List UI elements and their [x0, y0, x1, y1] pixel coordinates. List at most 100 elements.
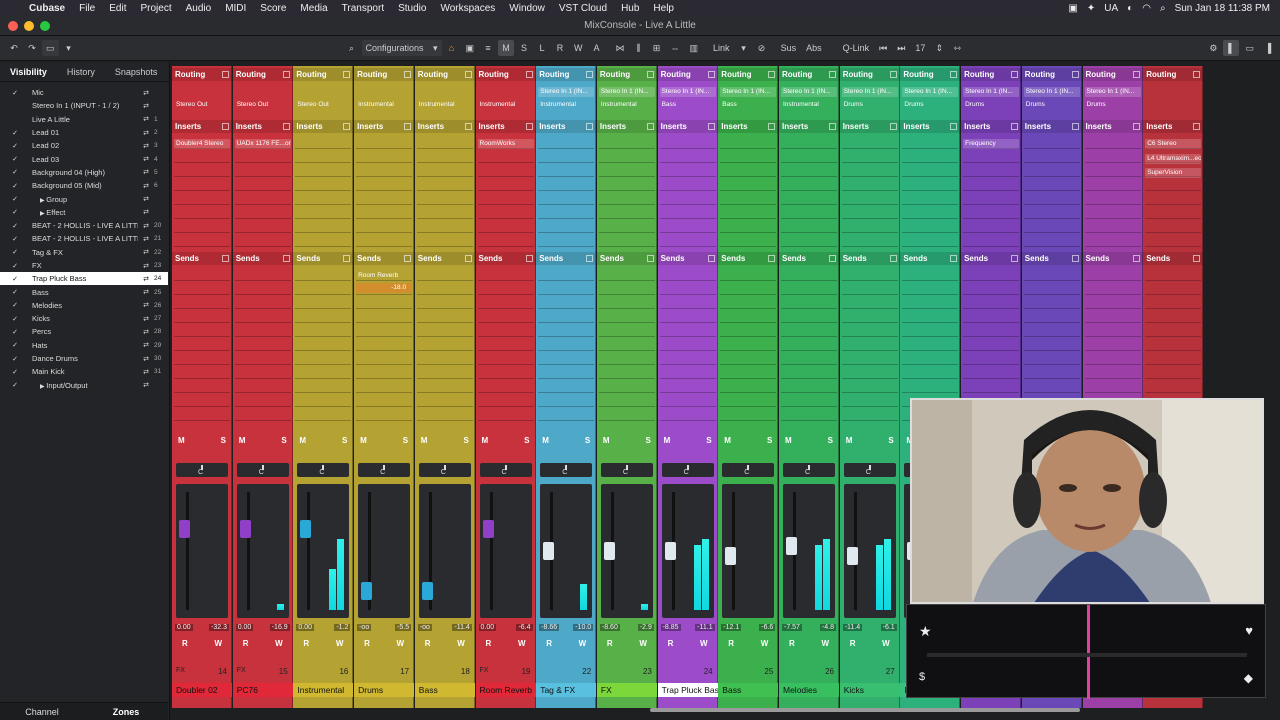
channel-count[interactable]: 17: [911, 40, 929, 56]
undo-icon[interactable]: ↶: [6, 40, 22, 56]
write-automation-button[interactable]: W: [579, 639, 587, 648]
menu-audio[interactable]: Audio: [179, 3, 219, 14]
inserts-header[interactable]: Inserts: [354, 120, 415, 133]
sends-header[interactable]: Sends: [1021, 252, 1082, 265]
insert-slots[interactable]: [781, 135, 837, 251]
write-automation-button[interactable]: W: [275, 639, 283, 648]
link-icon[interactable]: ⇄: [138, 142, 154, 150]
insert-slots[interactable]: [234, 135, 291, 251]
link-icon[interactable]: ⇄: [138, 328, 154, 336]
sends-bypass-icon[interactable]: [464, 255, 472, 262]
visibility-row[interactable]: ✓ Kicks ⇄ 27: [0, 312, 168, 325]
inserts-bypass-icon[interactable]: [646, 123, 654, 130]
control-center-icon[interactable]: ◐: [1127, 3, 1133, 14]
mute-button[interactable]: M: [421, 436, 428, 445]
visibility-row[interactable]: ✓ Main Kick ⇄ 31: [0, 365, 168, 378]
inserts-bypass-icon[interactable]: [1071, 123, 1079, 130]
solo-button[interactable]: S: [403, 436, 408, 445]
channel-name[interactable]: Trap Pluck Bass: [657, 683, 718, 697]
sends-bypass-icon[interactable]: [1193, 255, 1201, 262]
send-slots[interactable]: [720, 267, 777, 423]
menu-midi[interactable]: MIDI: [218, 3, 253, 14]
write-automation-button[interactable]: W: [397, 639, 405, 648]
link-icon[interactable]: ⇄: [138, 182, 154, 190]
send-slots[interactable]: [538, 267, 595, 423]
inserts-header[interactable]: Inserts: [900, 120, 961, 133]
channel-name[interactable]: Room Reverb: [475, 683, 536, 697]
mute-all-button[interactable]: M: [498, 40, 515, 56]
wide-icon[interactable]: ⇔: [667, 40, 684, 56]
routing-output[interactable]: Instrumental: [781, 100, 837, 110]
sends-header[interactable]: Sends: [172, 252, 232, 265]
visibility-checkbox[interactable]: ✓: [8, 129, 22, 137]
routing-output[interactable]: Instrumental: [599, 100, 655, 110]
routing-input[interactable]: Stereo In 1 (IN...: [841, 87, 898, 97]
link-off-icon[interactable]: ⊘: [754, 40, 770, 56]
channel-name[interactable]: Doubler 02: [172, 683, 232, 697]
peak-readout[interactable]: -6.4: [516, 624, 533, 631]
sends-header[interactable]: Sends: [718, 252, 779, 265]
visibility-row[interactable]: ✓ Percs ⇄ 28: [0, 325, 168, 338]
channel-name[interactable]: Bass: [718, 683, 779, 697]
visibility-row[interactable]: ✓ Lead 02 ⇄ 3: [0, 139, 168, 152]
visibility-row[interactable]: ✓ Bass ⇄ 25: [0, 285, 168, 298]
routing-toggle-icon[interactable]: [404, 71, 412, 78]
visibility-checkbox[interactable]: ✓: [8, 195, 22, 203]
mute-button[interactable]: M: [724, 436, 731, 445]
routing-toggle-icon[interactable]: [889, 71, 897, 78]
inserts-bypass-icon[interactable]: [464, 123, 472, 130]
send-level[interactable]: -18.0: [356, 283, 413, 293]
visibility-row[interactable]: ✓ ▶ Input/Output ⇄: [0, 379, 168, 392]
write-automation-button[interactable]: W: [700, 639, 708, 648]
menu-file[interactable]: File: [72, 3, 102, 14]
visibility-checkbox[interactable]: ✓: [8, 89, 22, 97]
routing-toggle-icon[interactable]: [464, 71, 472, 78]
visibility-row[interactable]: ✓ Background 05 (Mid) ⇄ 6: [0, 179, 168, 192]
menu-vst-cloud[interactable]: VST Cloud: [552, 3, 614, 14]
mute-button[interactable]: M: [542, 436, 549, 445]
volume-readout[interactable]: -8.85: [660, 624, 681, 631]
menu-hub[interactable]: Hub: [614, 3, 646, 14]
link-icon[interactable]: ⇄: [138, 301, 154, 309]
visibility-checkbox[interactable]: ✓: [8, 182, 22, 190]
fader-handle[interactable]: [361, 582, 373, 600]
routing-header[interactable]: Routing: [657, 68, 718, 81]
read-automation-button[interactable]: R: [728, 639, 734, 648]
routing-header[interactable]: Routing: [596, 68, 657, 81]
sends-bypass-icon[interactable]: [586, 255, 594, 262]
peak-readout[interactable]: -2.9: [637, 624, 654, 631]
mute-button[interactable]: M: [846, 436, 853, 445]
visibility-checkbox[interactable]: ✓: [8, 222, 22, 230]
channel-name[interactable]: Melodies: [779, 683, 839, 697]
channel-name[interactable]: Bass: [414, 683, 475, 697]
insert-slots[interactable]: [1084, 135, 1141, 251]
insert-slots[interactable]: [295, 135, 352, 251]
link-icon[interactable]: ⇄: [138, 355, 154, 363]
link-icon[interactable]: ⇄: [138, 368, 154, 376]
write-automation-button[interactable]: W: [882, 639, 890, 648]
routing-input[interactable]: Stereo In 1 (IN...: [963, 87, 1020, 97]
peak-readout[interactable]: -16.9: [269, 624, 290, 631]
routing-output[interactable]: Stereo Out: [174, 100, 230, 110]
sends-header[interactable]: Sends: [232, 252, 293, 265]
channel-name[interactable]: Drums: [354, 683, 415, 697]
visibility-row[interactable]: Stereo In 1 (INPUT - 1 / 2) ⇄: [0, 99, 168, 112]
send-slots[interactable]: [781, 267, 837, 423]
routing-header[interactable]: Routing: [293, 68, 354, 81]
pan-knob[interactable]: C: [236, 463, 289, 477]
send-slots[interactable]: [477, 267, 534, 423]
routing-header[interactable]: Routing: [779, 68, 839, 81]
routing-output[interactable]: Stereo Out: [295, 100, 351, 110]
sends-header[interactable]: Sends: [293, 252, 354, 265]
routing-toggle-icon[interactable]: [950, 71, 958, 78]
sends-bypass-icon[interactable]: [404, 255, 412, 262]
eq-icon[interactable]: ⋈: [612, 40, 629, 56]
routing-input[interactable]: Stereo In 1 (IN...: [781, 87, 837, 97]
peak-readout[interactable]: -6.6: [759, 624, 776, 631]
inserts-bypass-icon[interactable]: [829, 123, 836, 130]
link-icon[interactable]: ⇄: [138, 208, 154, 216]
inserts-bypass-icon[interactable]: [282, 123, 290, 130]
insert-slots[interactable]: [416, 135, 473, 251]
peak-readout[interactable]: -32.3: [209, 624, 229, 631]
inserts-bypass-icon[interactable]: [343, 123, 351, 130]
